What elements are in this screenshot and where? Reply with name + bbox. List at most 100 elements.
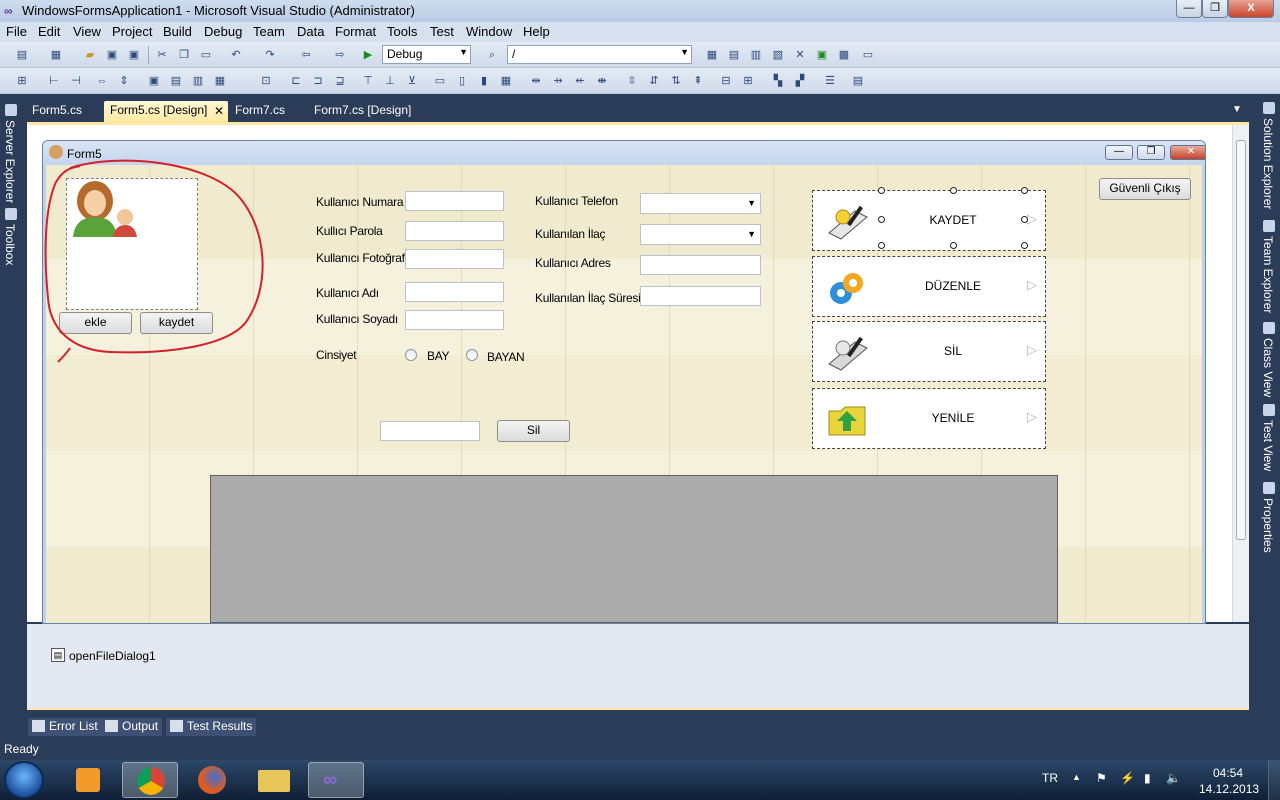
- vertical-spacing-icon[interactable]: ▥: [190, 73, 206, 89]
- duzenle-action-button[interactable]: DÜZENLE ▷: [812, 256, 1046, 317]
- align-lefts-icon[interactable]: ⊢: [46, 73, 62, 89]
- selection-handle[interactable]: [878, 242, 885, 249]
- align-bottoms-icon[interactable]: ⊻: [404, 73, 420, 89]
- find-combo[interactable]: / ▼: [507, 45, 692, 64]
- tab-list-dropdown-icon[interactable]: ▼: [1226, 102, 1248, 123]
- undo-icon[interactable]: ↶: [228, 47, 244, 63]
- navigate-forward-icon[interactable]: ⇨: [332, 47, 348, 63]
- add-item-icon[interactable]: ▦: [48, 47, 64, 63]
- make-width-icon[interactable]: ▯: [454, 73, 470, 89]
- save-all-icon[interactable]: ▣: [126, 47, 142, 63]
- horizontal-spacing-icon[interactable]: ▤: [168, 73, 184, 89]
- selection-handle[interactable]: [1021, 216, 1028, 223]
- taskbar-media-player[interactable]: [60, 762, 116, 798]
- bring-to-front-icon[interactable]: ⊏: [288, 73, 304, 89]
- center-horizontally-icon[interactable]: ⊡: [258, 73, 274, 89]
- user-photo-path-input[interactable]: [405, 249, 504, 269]
- power-icon[interactable]: ⚡: [1120, 771, 1135, 785]
- selection-handle[interactable]: [950, 242, 957, 249]
- user-medicine-combo[interactable]: ▼: [640, 224, 761, 245]
- selection-handle[interactable]: [878, 187, 885, 194]
- medicine-duration-input[interactable]: [640, 286, 761, 306]
- taskbar-chrome[interactable]: [122, 762, 178, 798]
- menu-build[interactable]: Build: [163, 24, 192, 39]
- selection-handle[interactable]: [878, 216, 885, 223]
- error-list-tab[interactable]: Error List: [28, 718, 102, 736]
- menu-file[interactable]: File: [6, 24, 27, 39]
- sil-action-button[interactable]: SİL ▷: [812, 321, 1046, 382]
- grid-size-icon[interactable]: ▦: [498, 73, 514, 89]
- female-radio[interactable]: [466, 349, 478, 361]
- tab-order-icon[interactable]: ▦: [212, 73, 228, 89]
- menu-data[interactable]: Data: [297, 24, 324, 39]
- taskbar-explorer[interactable]: [246, 762, 302, 798]
- scrollbar-thumb[interactable]: [1236, 140, 1246, 540]
- make-height-icon[interactable]: ▮: [476, 73, 492, 89]
- make-same-size-icon[interactable]: ▭: [432, 73, 448, 89]
- data-grid-view[interactable]: [210, 475, 1058, 623]
- form-close-button[interactable]: ✕: [1170, 145, 1205, 160]
- open-folder-icon[interactable]: ▰: [82, 47, 98, 63]
- menu-edit[interactable]: Edit: [38, 24, 60, 39]
- user-address-input[interactable]: [640, 255, 761, 275]
- show-desktop-button[interactable]: [1268, 760, 1280, 800]
- navigate-backward-icon[interactable]: ⇦: [298, 47, 314, 63]
- menu-tools[interactable]: Tools: [387, 24, 417, 39]
- menu-view[interactable]: View: [73, 24, 101, 39]
- form-minimize-button[interactable]: —: [1105, 145, 1133, 160]
- command-window-icon[interactable]: ▭: [860, 47, 876, 63]
- make-same-width-icon[interactable]: ⇔: [94, 73, 110, 89]
- tab-close-icon[interactable]: ✕: [208, 102, 230, 123]
- menu-debug[interactable]: Debug: [204, 24, 242, 39]
- center-vertically-form-icon[interactable]: ⊞: [740, 73, 756, 89]
- menu-format[interactable]: Format: [335, 24, 376, 39]
- menu-test[interactable]: Test: [430, 24, 454, 39]
- bring-front-icon[interactable]: ▚: [770, 73, 786, 89]
- increase-vertical-spacing-icon[interactable]: ⇵: [646, 73, 662, 89]
- user-surname-input[interactable]: [405, 310, 504, 330]
- server-explorer-tab[interactable]: Server Explorer: [3, 120, 17, 203]
- properties-icon[interactable]: ▤: [726, 47, 742, 63]
- properties-tab[interactable]: Properties: [1261, 498, 1275, 553]
- align-middles-icon[interactable]: ⊥: [382, 73, 398, 89]
- toolbox-icon[interactable]: ▧: [770, 47, 786, 63]
- menu-project[interactable]: Project: [112, 24, 152, 39]
- taskbar-visual-studio[interactable]: ∞: [308, 762, 364, 798]
- output-tab[interactable]: Output: [101, 718, 163, 736]
- new-project-icon[interactable]: ▤: [14, 47, 30, 63]
- tab-order-toggle-icon[interactable]: ☰: [822, 73, 838, 89]
- volume-icon[interactable]: 🔈: [1166, 771, 1181, 785]
- increase-horizontal-spacing-icon[interactable]: ⇸: [550, 73, 566, 89]
- taskbar-firefox[interactable]: [184, 762, 240, 798]
- center-horizontally-form-icon[interactable]: ⊟: [718, 73, 734, 89]
- start-button[interactable]: [4, 761, 44, 799]
- send-to-back-icon[interactable]: ⊐: [310, 73, 326, 89]
- align-rights-icon[interactable]: ⊒: [332, 73, 348, 89]
- user-number-input[interactable]: [405, 191, 504, 211]
- tab-form5-cs[interactable]: Form5.cs: [26, 101, 88, 122]
- team-explorer-tab[interactable]: Team Explorer: [1261, 236, 1275, 313]
- clock-date[interactable]: 14.12.2013: [1199, 782, 1259, 796]
- delete-id-input[interactable]: [380, 421, 480, 441]
- equal-horizontal-spacing-icon[interactable]: ⇹: [528, 73, 544, 89]
- cut-icon[interactable]: ✂: [154, 47, 170, 63]
- form-restore-button[interactable]: ❐: [1137, 145, 1165, 160]
- language-indicator[interactable]: TR: [1042, 771, 1058, 785]
- remove-vertical-spacing-icon[interactable]: ⇞: [690, 73, 706, 89]
- size-to-grid-icon[interactable]: ▣: [146, 73, 162, 89]
- tab-form7-cs[interactable]: Form7.cs: [229, 101, 291, 122]
- male-radio[interactable]: [405, 349, 417, 361]
- test-results-tab[interactable]: Test Results: [166, 718, 257, 736]
- solution-explorer-icon[interactable]: ▦: [704, 47, 720, 63]
- start-debugging-icon[interactable]: ▶: [360, 47, 376, 63]
- open-file-dialog-component[interactable]: openFileDialog1: [69, 649, 156, 663]
- solution-explorer-tab[interactable]: Solution Explorer: [1261, 118, 1275, 209]
- object-browser-icon[interactable]: ▥: [748, 47, 764, 63]
- user-name-input[interactable]: [405, 282, 504, 302]
- minimize-button[interactable]: —: [1176, 0, 1202, 18]
- make-same-height-icon[interactable]: ⇕: [116, 73, 132, 89]
- secure-exit-button[interactable]: Güvenli Çıkış: [1099, 178, 1191, 200]
- equal-vertical-spacing-icon[interactable]: ⇳: [624, 73, 640, 89]
- selection-handle[interactable]: [1021, 242, 1028, 249]
- class-view-tab[interactable]: Class View: [1261, 338, 1275, 397]
